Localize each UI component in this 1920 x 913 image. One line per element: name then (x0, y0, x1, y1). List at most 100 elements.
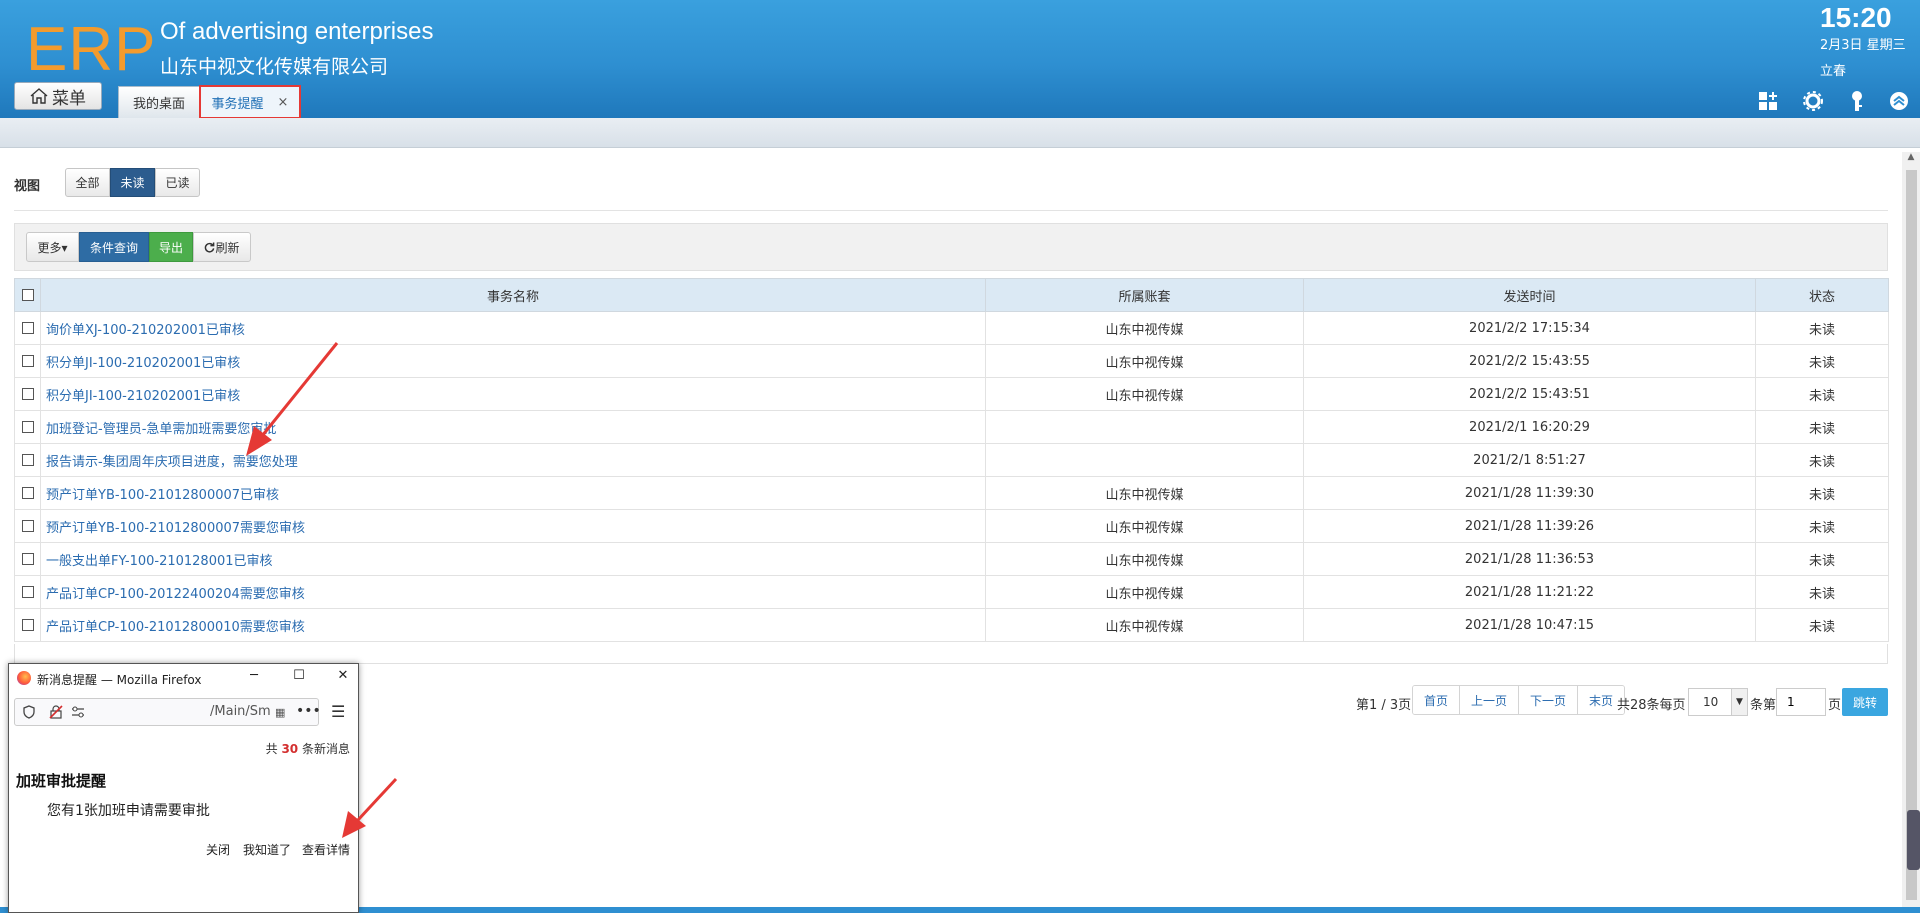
prev-page-button[interactable]: 上一页 (1460, 686, 1520, 714)
close-icon[interactable]: ✕ (332, 668, 354, 688)
table-row[interactable]: 报告请示-集团周年庆项目进度，需要您处理 2021/2/1 8:51:27 未读 (14, 443, 1889, 477)
row-select-cell (14, 542, 41, 576)
account-cell: 山东中视传媒 (985, 509, 1304, 543)
task-name-link[interactable]: 预产订单YB-100-21012800007已审核 (40, 476, 986, 510)
account-cell: 山东中视传媒 (985, 542, 1304, 576)
popup-view-details-link[interactable]: 查看详情 (302, 841, 350, 858)
notification-popup-window: 新消息提醒 — Mozilla Firefox ─ ☐ ✕ /Main/Sm ▦… (8, 663, 359, 913)
popup-acknowledge-link[interactable]: 我知道了 (243, 841, 291, 858)
row-checkbox[interactable] (21, 586, 34, 598)
grid-toolbar: 更多▾ 条件查询 导出 刷新 (14, 223, 1888, 271)
status-cell: 未读 (1755, 344, 1889, 378)
page-number-input[interactable] (1776, 688, 1826, 716)
maximize-icon[interactable]: ☐ (288, 668, 310, 688)
row-checkbox[interactable] (21, 454, 34, 466)
task-name-link[interactable]: 积分单JI-100-210202001已审核 (40, 344, 986, 378)
row-select-cell (14, 443, 41, 477)
table-row[interactable]: 预产订单YB-100-21012800007已审核 山东中视传媒 2021/1/28… (14, 476, 1889, 510)
status-cell: 未读 (1755, 443, 1889, 477)
task-name-link[interactable]: 产品订单CP-100-21012800010需要您审核 (40, 608, 986, 642)
first-page-button[interactable]: 首页 (1413, 686, 1461, 714)
view-all-button[interactable]: 全部 (65, 168, 110, 197)
go-page-button[interactable]: 跳转 (1842, 688, 1888, 716)
send-time-cell: 2021/2/2 17:15:34 (1303, 311, 1756, 345)
tab-my-desktop[interactable]: 我的桌面 (118, 86, 200, 118)
popup-url-bar[interactable]: /Main/Sm ▦ ••• (14, 698, 321, 726)
task-name-link[interactable]: 加班登记-管理员-急单需加班需要您审批 (40, 410, 986, 444)
task-name-link[interactable]: 报告请示-集团周年庆项目进度，需要您处理 (40, 443, 986, 477)
status-cell: 未读 (1755, 509, 1889, 543)
scrollbar-thumb[interactable] (1906, 170, 1917, 900)
side-widget[interactable] (1907, 810, 1920, 870)
tab-task-reminder[interactable]: 事务提醒 × (199, 85, 301, 119)
insecure-lock-icon (49, 705, 63, 719)
row-checkbox[interactable] (21, 553, 34, 565)
next-page-button[interactable]: 下一页 (1519, 686, 1579, 714)
send-time-cell: 2021/1/28 11:36:53 (1303, 542, 1756, 576)
refresh-button[interactable]: 刷新 (193, 232, 251, 262)
page-suffix: 页 (1828, 698, 1842, 713)
new-message-count: 共 30 条新消息 (266, 740, 350, 757)
column-header[interactable]: 发送时间 (1303, 278, 1756, 312)
table-row[interactable]: 询价单XJ-100-210202001已审核 山东中视传媒 2021/2/2 17:… (14, 311, 1889, 345)
tab-close-icon[interactable]: × (278, 95, 289, 110)
per-page-select[interactable]: 10 ▼ (1688, 688, 1748, 716)
clock-date: 2月3日 星期三 (1820, 38, 1906, 53)
grid-add-icon[interactable] (1757, 90, 1779, 112)
minimize-icon[interactable]: ─ (243, 668, 265, 688)
more-dots-icon[interactable]: ••• (296, 703, 321, 719)
clock-time: 15:20 (1820, 2, 1892, 33)
more-button[interactable]: 更多▾ (26, 232, 79, 262)
qr-code-icon[interactable]: ▦ (275, 706, 285, 719)
row-checkbox[interactable] (21, 619, 34, 631)
row-checkbox[interactable] (21, 355, 34, 367)
table-row[interactable]: 产品订单CP-100-20122400204需要您审核 山东中视传媒 2021/1/… (14, 575, 1889, 609)
menu-button[interactable]: 菜单 (14, 82, 102, 110)
row-checkbox[interactable] (21, 487, 34, 499)
task-name-link[interactable]: 一般支出单FY-100-210128001已审核 (40, 542, 986, 576)
row-checkbox[interactable] (21, 322, 34, 334)
column-header[interactable]: 事务名称 (40, 278, 986, 312)
key-icon[interactable] (1846, 90, 1868, 112)
query-button[interactable]: 条件查询 (79, 232, 149, 262)
row-checkbox[interactable] (21, 388, 34, 400)
chevron-down-icon: ▼ (1731, 689, 1747, 715)
account-cell: 山东中视传媒 (985, 575, 1304, 609)
table-row[interactable]: 一般支出单FY-100-210128001已审核 山东中视传媒 2021/1/28 … (14, 542, 1889, 576)
row-checkbox[interactable] (21, 520, 34, 532)
gear-icon[interactable] (1802, 90, 1824, 112)
collapse-up-icon[interactable] (1888, 90, 1910, 112)
refresh-icon (205, 241, 215, 252)
task-name-link[interactable]: 预产订单YB-100-21012800007需要您审核 (40, 509, 986, 543)
task-name-link[interactable]: 产品订单CP-100-20122400204需要您审核 (40, 575, 986, 609)
row-checkbox[interactable] (21, 421, 34, 433)
export-button[interactable]: 导出 (149, 232, 193, 262)
table-header-row: 事务名称 所属账套 发送时间 状态 (14, 278, 1889, 312)
view-read-button[interactable]: 已读 (155, 168, 200, 197)
select-all-checkbox[interactable] (21, 289, 34, 301)
table-row[interactable]: 预产订单YB-100-21012800007需要您审核 山东中视传媒 2021/1/… (14, 509, 1889, 543)
table-row[interactable]: 加班登记-管理员-急单需加班需要您审批 2021/2/1 16:20:29 未读 (14, 410, 1889, 444)
table-row[interactable]: 积分单JI-100-210202001已审核 山东中视传媒 2021/2/2 15:… (14, 377, 1889, 411)
vertical-scrollbar[interactable]: ▲ (1902, 152, 1920, 907)
hamburger-menu-icon[interactable]: ☰ (331, 702, 345, 721)
column-header[interactable]: 所属账套 (985, 278, 1304, 312)
view-unread-button[interactable]: 未读 (110, 168, 155, 197)
account-cell: 山东中视传媒 (985, 608, 1304, 642)
account-cell: 山东中视传媒 (985, 311, 1304, 345)
company-name-en: Of advertising enterprises (160, 18, 434, 45)
popup-heading: 加班审批提醒 (16, 772, 107, 790)
column-header[interactable]: 状态 (1755, 278, 1889, 312)
table-row[interactable]: 产品订单CP-100-21012800010需要您审核 山东中视传媒 2021/1/… (14, 608, 1889, 642)
count-suffix: 条新消息 (301, 742, 350, 756)
row-select-cell (14, 575, 41, 609)
popup-titlebar: 新消息提醒 — Mozilla Firefox ─ ☐ ✕ (9, 664, 358, 692)
select-all-cell (14, 278, 41, 312)
table-row[interactable]: 积分单JI-100-210202001已审核 山东中视传媒 2021/2/2 15:… (14, 344, 1889, 378)
account-cell: 山东中视传媒 (985, 344, 1304, 378)
task-name-link[interactable]: 询价单XJ-100-210202001已审核 (40, 311, 986, 345)
scroll-up-icon[interactable]: ▲ (1902, 152, 1920, 168)
refresh-label: 刷新 (215, 240, 240, 255)
task-name-link[interactable]: 积分单JI-100-210202001已审核 (40, 377, 986, 411)
popup-close-link[interactable]: 关闭 (206, 841, 230, 858)
